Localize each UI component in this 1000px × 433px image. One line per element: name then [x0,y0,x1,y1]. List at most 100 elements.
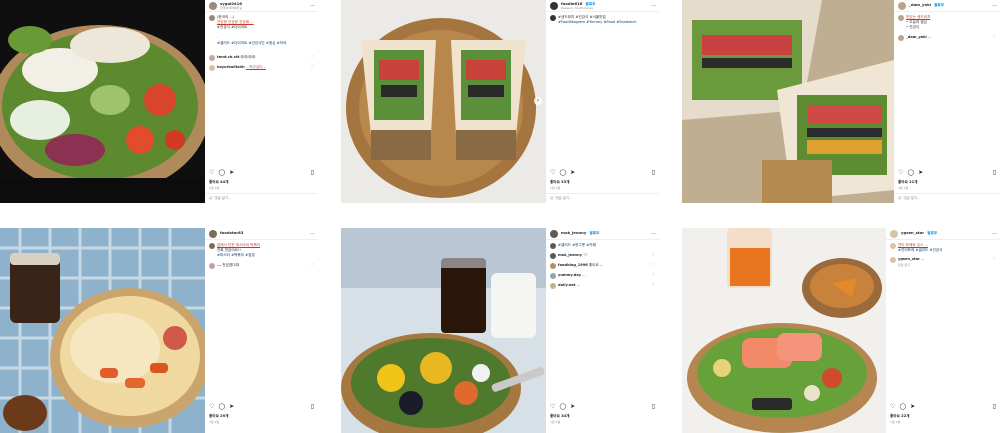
comment-user[interactable]: foodblog_1996 [558,263,588,267]
heart-icon[interactable]: ♡ [652,263,655,268]
bookmark-icon[interactable]: ▯ [311,403,314,409]
more-options-icon[interactable]: ··· [992,3,997,8]
bookmark-icon[interactable]: ▯ [652,169,655,175]
avatar[interactable] [550,229,558,238]
comment-icon[interactable]: ◯ [899,403,906,409]
comment-user[interactable]: tmnt.rb.ctt [217,55,239,59]
follow-button[interactable]: 팔로우 [927,231,937,235]
comment-user[interactable]: daily.eat [558,283,575,287]
comment-icon[interactable]: ◯ [218,169,225,175]
avatar[interactable] [209,1,217,10]
heart-icon[interactable]: ♡ [311,55,314,60]
likes-count[interactable]: 좋아요 29개 [209,414,228,419]
heart-icon[interactable]: ♡ [550,403,555,409]
avatar[interactable] [890,229,898,238]
post-card-3: _dam_yoki 팔로우 ··· 맛있는 샌드위치 • 오늘의 점심 • 건강… [682,0,1000,203]
bookmark-icon[interactable]: ▯ [311,169,314,175]
heart-icon[interactable]: ♡ [993,257,996,262]
hashtags[interactable]: #샐러드 #다이어트 #건강식단 #점심 #저녁 [217,41,314,46]
post-side-panel: foodstar83 ··· 집에서 만든 파스타와 떡볶이 진짜 맛있어요!!… [205,228,318,433]
emoji-icon[interactable]: ☺ [550,196,554,201]
more-options-icon[interactable]: ··· [651,231,656,236]
more-options-icon[interactable]: ··· [310,231,315,236]
follow-button[interactable]: 팔로우 [934,3,944,7]
add-comment-input[interactable]: 댓글 달기... [904,196,921,201]
heart-icon[interactable]: ♡ [652,253,655,258]
comment-icon[interactable]: ◯ [907,169,914,175]
post-photo[interactable] [341,228,546,433]
bookmark-icon[interactable]: ▯ [993,403,996,409]
heart-icon[interactable]: ♡ [209,403,214,409]
likes-count[interactable]: 좋아요 34개 [550,414,569,419]
follow-button[interactable]: 팔로우 [590,231,600,235]
comment-user[interactable]: _dam_yoki [906,35,927,39]
username[interactable]: _dam_yoki [909,2,931,7]
location[interactable]: 한국외국어대학교 [220,6,242,10]
reply-link[interactable]: 답글 달기 [890,263,996,268]
post-photo[interactable] [682,0,894,203]
post-photo[interactable] [682,228,886,433]
comment-user[interactable]: mok_jeonny [558,253,582,257]
add-comment-input[interactable]: 댓글 달기... [215,196,232,201]
emoji-icon[interactable]: ☺ [209,196,213,201]
heart-icon[interactable]: ♡ [652,283,655,288]
emoji-icon[interactable]: ☺ [898,196,902,201]
likes-count[interactable]: 좋아요 33개 [550,180,569,185]
heart-icon[interactable]: ♡ [311,65,314,70]
action-bar: ♡ ◯ ➤ ▯ [550,169,655,175]
username[interactable]: ygsen_star [901,230,924,235]
heart-icon[interactable]: ♡ [890,403,895,409]
likes-count[interactable]: 좋아요 44개 [209,180,228,185]
avatar[interactable] [550,1,558,10]
location[interactable]: Itaewon, South Korea [561,6,595,10]
heart-icon[interactable]: ♡ [652,273,655,278]
username[interactable]: sygal0416 [220,1,242,6]
likes-count[interactable]: 좋아요 21개 [898,180,917,185]
share-icon[interactable]: ➤ [229,403,234,409]
share-icon[interactable]: ➤ [570,403,575,409]
hashtags[interactable]: #파스타 #떡볶이 #집밥 [217,253,314,258]
username[interactable]: mok_jeonny [561,230,586,235]
post-photo[interactable]: › [341,0,546,203]
comment-icon[interactable]: ◯ [559,169,566,175]
heart-icon[interactable]: ♡ [311,263,314,268]
bookmark-icon[interactable]: ▯ [993,169,996,175]
more-options-icon[interactable]: ··· [310,3,315,8]
action-bar: ♡ ◯ ➤ ▯ [898,169,996,175]
likes-count[interactable]: 좋아요 22개 [890,414,909,419]
post-photo[interactable] [0,0,205,203]
add-comment-bar: ☺ 댓글 달기... [894,193,1000,203]
share-icon[interactable]: ➤ [570,169,575,175]
comment-icon[interactable]: ◯ [218,403,225,409]
next-arrow-icon[interactable]: › [534,97,542,105]
hashtags[interactable]: #연어포케 #샐러드 #건강식 [898,248,996,253]
comment-icon[interactable]: ◯ [559,403,566,409]
comment-user[interactable]: ... [217,263,221,267]
post-caption-area: 맛있는 샌드위치 • 오늘의 점심 • 건강식 _dam_yoki ... ♡ [894,12,1000,44]
username[interactable]: foodie616 [561,1,582,6]
more-options-icon[interactable]: ··· [651,3,656,8]
share-icon[interactable]: ➤ [918,169,923,175]
avatar [550,243,556,249]
heart-icon[interactable]: ♡ [993,35,996,40]
bookmark-icon[interactable]: ▯ [652,403,655,409]
avatar[interactable] [898,1,906,10]
post-date: 1월 1일 [550,186,561,190]
avatar[interactable] [209,229,217,238]
comment-user[interactable]: ygsen_star [898,257,920,261]
comment: daily.eat ... ♡ [550,283,655,289]
more-options-icon[interactable]: ··· [992,231,997,236]
heart-icon[interactable]: ♡ [209,169,214,175]
share-icon[interactable]: ➤ [910,403,915,409]
share-icon[interactable]: ➤ [229,169,234,175]
comment-user[interactable]: kayurkalitshh [217,65,245,69]
post-photo[interactable] [0,228,205,433]
add-comment-bar: ☺ 댓글 달기... [205,193,318,203]
comment-user[interactable]: yummy.day [558,273,581,277]
heart-icon[interactable]: ♡ [898,169,903,175]
hashtags[interactable]: #FoodStagram #Yummy #Food #Sandwich [558,20,655,25]
post-date: 1월 1일 [550,420,561,424]
add-comment-input[interactable]: 댓글 달기... [556,196,573,201]
username[interactable]: foodstar83 [220,230,243,235]
heart-icon[interactable]: ♡ [550,169,555,175]
